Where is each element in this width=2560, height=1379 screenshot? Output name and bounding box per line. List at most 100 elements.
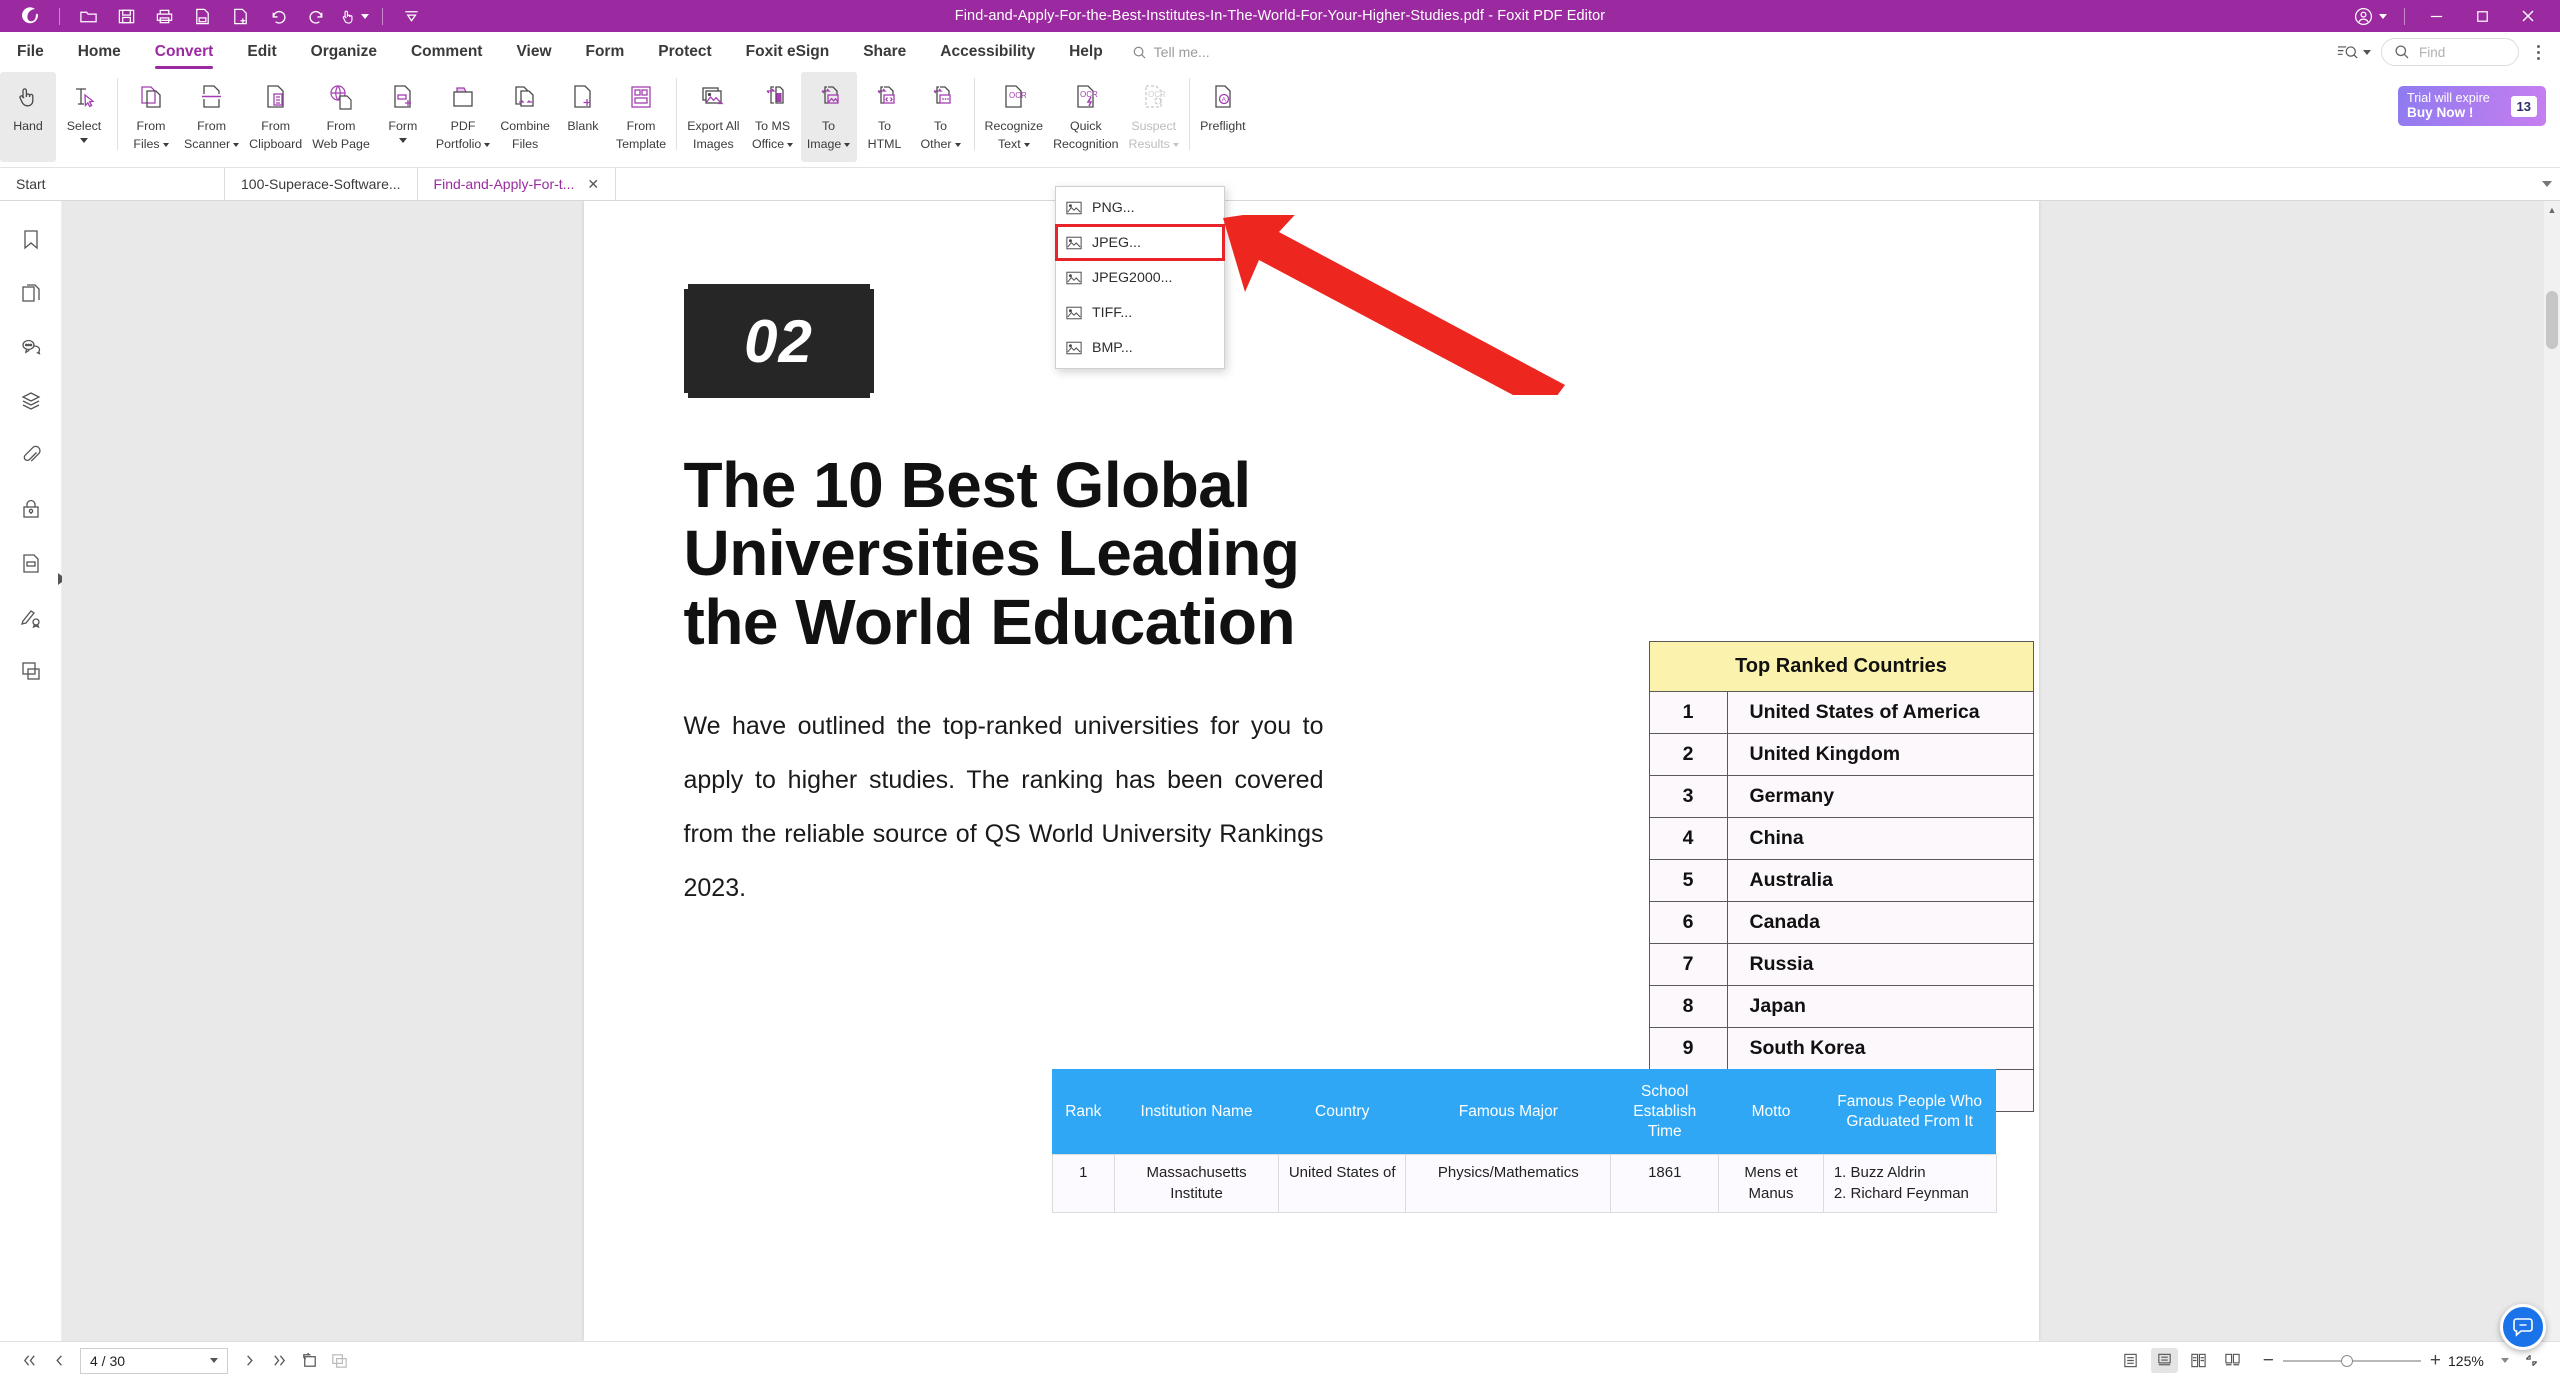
- more-options-icon[interactable]: [2529, 41, 2548, 64]
- next-page-button[interactable]: [234, 1346, 264, 1376]
- page-manage-icon[interactable]: [185, 3, 219, 29]
- from-clipboard-button[interactable]: From Clipboard: [244, 72, 307, 162]
- menu-option-jpeg2000[interactable]: JPEG2000...: [1056, 260, 1224, 295]
- customize-toolbar-icon[interactable]: [394, 3, 428, 29]
- pdf-portfolio-caret-icon[interactable]: [484, 143, 490, 147]
- first-page-button[interactable]: [14, 1346, 44, 1376]
- menu-item-accessibility[interactable]: Accessibility: [923, 32, 1052, 72]
- tab-overflow-caret-icon[interactable]: [2534, 168, 2560, 200]
- rotate-view-button[interactable]: [294, 1346, 324, 1376]
- select-tool-caret-icon[interactable]: [80, 135, 88, 146]
- zoom-slider-track[interactable]: [2283, 1360, 2421, 1362]
- preflight-button[interactable]: A Preflight: [1195, 72, 1251, 162]
- find-input[interactable]: Find: [2381, 38, 2519, 66]
- document-viewport[interactable]: 02 The 10 Best Global Universities Leadi…: [62, 201, 2560, 1341]
- quick-recognition-button[interactable]: OCR Quick Recognition: [1048, 72, 1123, 162]
- menu-item-home[interactable]: Home: [61, 32, 138, 72]
- suspect-results-button[interactable]: OCR Suspect Results: [1124, 72, 1184, 162]
- menu-item-convert[interactable]: Convert: [138, 32, 231, 72]
- touch-mode-icon[interactable]: [337, 3, 371, 29]
- fullscreen-button[interactable]: [2516, 1346, 2546, 1376]
- menu-item-view[interactable]: View: [499, 32, 568, 72]
- menu-item-edit[interactable]: Edit: [230, 32, 293, 72]
- from-web-page-button[interactable]: From Web Page: [307, 72, 375, 162]
- menu-option-tiff[interactable]: TIFF...: [1056, 295, 1224, 330]
- single-page-view-button[interactable]: [2117, 1348, 2144, 1373]
- save-icon[interactable]: [109, 3, 143, 29]
- search-options-button[interactable]: [2337, 43, 2371, 61]
- menu-item-comment[interactable]: Comment: [394, 32, 499, 72]
- select-tool-button[interactable]: Select: [56, 72, 112, 162]
- compare-button[interactable]: [324, 1346, 354, 1376]
- menu-item-file[interactable]: File: [0, 32, 61, 72]
- form-button[interactable]: Form: [375, 72, 431, 162]
- previous-page-button[interactable]: [44, 1346, 74, 1376]
- comments-icon[interactable]: [13, 331, 49, 363]
- from-files-caret-icon[interactable]: [163, 143, 169, 147]
- combine-files-button[interactable]: Combine Files: [495, 72, 555, 162]
- continuous-scroll-view-button[interactable]: [2151, 1348, 2178, 1373]
- to-image-caret-icon[interactable]: [844, 143, 850, 147]
- minimize-button[interactable]: [2414, 0, 2458, 32]
- trial-buy-now-banner[interactable]: Trial will expire Buy Now ! 13: [2398, 86, 2546, 126]
- suspect-results-caret-icon[interactable]: [1173, 143, 1179, 147]
- to-other-button[interactable]: To Other: [913, 72, 969, 162]
- scrollbar-thumb[interactable]: [2546, 291, 2558, 349]
- ai-assistant-button[interactable]: [2500, 1304, 2546, 1350]
- zoom-slider-control[interactable]: − +: [2263, 1350, 2441, 1372]
- to-image-button[interactable]: To Image: [801, 72, 857, 162]
- pdf-portfolio-button[interactable]: PDF Portfolio: [431, 72, 495, 162]
- zoom-slider-knob[interactable]: [2341, 1355, 2353, 1367]
- account-caret-icon[interactable]: [2379, 14, 2387, 19]
- page-number-input[interactable]: 4 / 30: [80, 1348, 228, 1374]
- form-fields-icon[interactable]: [13, 547, 49, 579]
- print-icon[interactable]: [147, 3, 181, 29]
- zoom-out-button[interactable]: −: [2263, 1350, 2274, 1372]
- scroll-up-arrow-icon[interactable]: ▲: [2544, 201, 2560, 218]
- page-thumbnails-icon[interactable]: [13, 277, 49, 309]
- to-ms-office-caret-icon[interactable]: [787, 143, 793, 147]
- menu-item-form[interactable]: Form: [569, 32, 642, 72]
- menu-item-help[interactable]: Help: [1052, 32, 1120, 72]
- two-page-view-button[interactable]: [2185, 1348, 2212, 1373]
- menu-item-protect[interactable]: Protect: [641, 32, 728, 72]
- recognize-text-caret-icon[interactable]: [1024, 143, 1030, 147]
- menu-option-bmp[interactable]: BMP...: [1056, 330, 1224, 365]
- stamps-icon[interactable]: [13, 655, 49, 687]
- bookmark-icon[interactable]: [13, 223, 49, 255]
- touch-mode-caret-icon[interactable]: [361, 14, 369, 19]
- tell-me-search[interactable]: Tell me...: [1132, 44, 1210, 60]
- from-files-button[interactable]: From Files: [123, 72, 179, 162]
- tab-find-and-apply[interactable]: Find-and-Apply-For-t... ✕: [418, 168, 617, 200]
- undo-icon[interactable]: [261, 3, 295, 29]
- security-lock-icon[interactable]: [13, 493, 49, 525]
- export-all-images-button[interactable]: Export All Images: [682, 72, 744, 162]
- menu-item-foxit-esign[interactable]: Foxit eSign: [729, 32, 847, 72]
- account-button[interactable]: [2345, 6, 2395, 27]
- redo-icon[interactable]: [299, 3, 333, 29]
- blank-page-button[interactable]: Blank: [555, 72, 611, 162]
- hand-tool-button[interactable]: Hand: [0, 72, 56, 162]
- tab-superace-software[interactable]: 100-Superace-Software...: [225, 168, 418, 200]
- vertical-scrollbar[interactable]: ▲: [2544, 201, 2560, 1341]
- from-scanner-button[interactable]: From Scanner: [179, 72, 244, 162]
- recognize-text-button[interactable]: OCR Recognize Text: [980, 72, 1049, 162]
- to-html-button[interactable]: To HTML: [857, 72, 913, 162]
- last-page-button[interactable]: [264, 1346, 294, 1376]
- add-page-icon[interactable]: [223, 3, 257, 29]
- from-template-button[interactable]: From Template: [611, 72, 671, 162]
- layers-icon[interactable]: [13, 385, 49, 417]
- signatures-icon[interactable]: [13, 601, 49, 633]
- to-ms-office-button[interactable]: To MS Office: [745, 72, 801, 162]
- form-caret-icon[interactable]: [399, 135, 407, 146]
- menu-item-share[interactable]: Share: [846, 32, 923, 72]
- foxit-logo-icon[interactable]: [14, 3, 48, 29]
- tab-close-icon[interactable]: ✕: [587, 176, 599, 193]
- close-button[interactable]: [2506, 0, 2550, 32]
- two-page-continuous-view-button[interactable]: [2219, 1348, 2246, 1373]
- zoom-in-button[interactable]: +: [2430, 1350, 2441, 1372]
- from-scanner-caret-icon[interactable]: [233, 143, 239, 147]
- menu-option-png[interactable]: PNG...: [1056, 190, 1224, 225]
- maximize-button[interactable]: [2460, 0, 2504, 32]
- tab-start[interactable]: Start: [0, 168, 225, 200]
